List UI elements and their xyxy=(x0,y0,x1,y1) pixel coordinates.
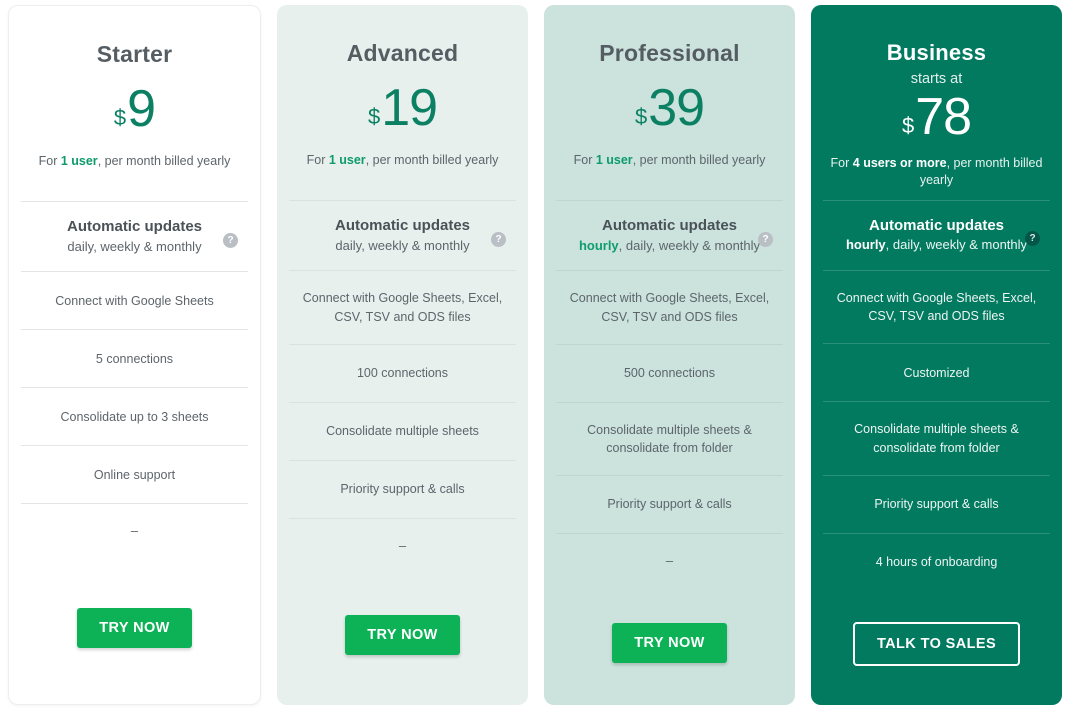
feature-subtitle-highlight: hourly xyxy=(845,237,886,253)
price-note-prefix: For xyxy=(306,153,329,168)
price-note-suffix: , per month billed yearly xyxy=(365,153,499,168)
feature-list: Automatic updates hourly, daily, weekly &… xyxy=(823,199,1050,591)
currency-symbol: $ xyxy=(901,112,915,138)
currency-symbol: $ xyxy=(367,104,381,130)
plan-card-professional: Professional $39 For 1 user, per month bil… xyxy=(544,5,795,705)
plan-header: Professional $39 For 1 user, per month bil… xyxy=(556,5,783,200)
plan-card-advanced: Advanced $19 For 1 user, per month billed … xyxy=(277,5,528,705)
feature-subtitle: hourly, daily, weekly & monthly xyxy=(827,237,1046,254)
feature-title: Automatic updates xyxy=(601,216,737,234)
plan-header: Advanced $19 For 1 user, per month billed … xyxy=(289,5,516,200)
feature-subtitle: hourly, daily, weekly & monthly xyxy=(560,238,779,255)
price-note-suffix: , per month billed yearly xyxy=(632,153,766,168)
price-note: For 1 user, per month billed yearly xyxy=(21,153,248,171)
feature-subtitle-text: daily, weekly & monthly xyxy=(335,237,470,253)
feature-item: 4 hours of onboarding xyxy=(823,532,1050,591)
price-note-highlight: 1 user xyxy=(328,153,366,168)
feature-automatic-updates: Automatic updates hourly, daily, weekly &… xyxy=(556,199,783,271)
feature-item: Connect with Google Sheets, Excel, CSV, … xyxy=(823,270,1050,343)
feature-list: Automatic updates hourly, daily, weekly &… xyxy=(556,199,783,589)
feature-item: Customized xyxy=(823,343,1050,401)
feature-subtitle-text: , daily, weekly & monthly xyxy=(618,237,761,253)
feature-title: Automatic updates xyxy=(868,216,1004,234)
price-row: $19 xyxy=(289,82,516,134)
plan-header: Business starts at $78 For 4 users or more,… xyxy=(823,5,1050,200)
feature-item: 500 connections xyxy=(556,343,783,402)
plan-name: Advanced xyxy=(346,40,459,66)
feature-title: Automatic updates xyxy=(66,217,202,235)
header-spacer xyxy=(823,190,1050,200)
try-now-button[interactable]: TRY NOW xyxy=(345,615,460,656)
feature-item: Priority support & calls xyxy=(823,474,1050,533)
feature-item: Consolidate up to 3 sheets xyxy=(21,387,248,445)
help-icon[interactable]: ? xyxy=(223,232,238,248)
cta-zone: TRY NOW xyxy=(21,559,248,704)
feature-automatic-updates: Automatic updates daily, weekly & monthly… xyxy=(21,200,248,272)
help-icon[interactable]: ? xyxy=(758,231,773,247)
price-amount: 39 xyxy=(648,79,705,138)
header-spacer xyxy=(556,170,783,200)
feature-automatic-updates: Automatic updates daily, weekly & monthly… xyxy=(289,199,516,271)
currency-symbol: $ xyxy=(634,104,648,130)
feature-item: Connect with Google Sheets, Excel, CSV, … xyxy=(289,270,516,343)
header-spacer xyxy=(289,170,516,200)
starts-at-label: starts at xyxy=(910,71,963,88)
feature-empty: – xyxy=(289,517,516,574)
price-amount: 78 xyxy=(915,87,972,146)
talk-to-sales-button[interactable]: TALK TO SALES xyxy=(852,621,1021,666)
price-note: For 1 user, per month billed yearly xyxy=(289,152,516,170)
try-now-button[interactable]: TRY NOW xyxy=(612,622,727,663)
price-note-prefix: For xyxy=(830,155,853,170)
feature-item: Priority support & calls xyxy=(556,474,783,533)
price-amount: 9 xyxy=(127,80,156,139)
feature-title: Automatic updates xyxy=(334,216,470,234)
feature-item: Consolidate multiple sheets & consolidat… xyxy=(823,401,1050,474)
feature-item: Connect with Google Sheets, Excel, CSV, … xyxy=(556,270,783,343)
price-note: For 1 user, per month billed yearly xyxy=(556,152,783,170)
feature-item: Connect with Google Sheets xyxy=(21,271,248,329)
plan-header: Starter $9 For 1 user, per month billed ye… xyxy=(21,6,248,201)
feature-list: Automatic updates daily, weekly & monthly… xyxy=(21,200,248,559)
feature-subtitle: daily, weekly & monthly xyxy=(25,239,244,256)
feature-subtitle-text: , daily, weekly & monthly xyxy=(885,237,1028,253)
price-note-highlight: 1 user xyxy=(60,154,98,169)
price-row: $78 xyxy=(823,91,1050,143)
feature-item: Priority support & calls xyxy=(289,459,516,518)
plan-card-starter: Starter $9 For 1 user, per month billed ye… xyxy=(8,5,261,705)
price-note-suffix: , per month billed yearly xyxy=(97,154,231,169)
pricing-plans-grid: Starter $9 For 1 user, per month billed ye… xyxy=(0,0,1070,711)
cta-zone: TALK TO SALES xyxy=(823,591,1050,705)
plan-name: Professional xyxy=(599,40,740,66)
feature-list: Automatic updates daily, weekly & monthly… xyxy=(289,199,516,574)
help-icon[interactable]: ? xyxy=(491,231,506,247)
feature-subtitle-text: daily, weekly & monthly xyxy=(67,238,202,254)
feature-empty: – xyxy=(21,503,248,559)
plan-name: Business xyxy=(886,40,987,65)
price-note-highlight: 4 users or more xyxy=(852,155,947,170)
feature-item: Consolidate multiple sheets xyxy=(289,401,516,460)
try-now-button[interactable]: TRY NOW xyxy=(77,607,192,648)
price-note-highlight: 1 user xyxy=(595,153,633,168)
price-row: $39 xyxy=(556,82,783,134)
price-amount: 19 xyxy=(381,79,438,138)
feature-item: Consolidate multiple sheets & consolidat… xyxy=(556,401,783,475)
help-icon[interactable]: ? xyxy=(1025,231,1040,247)
feature-item: 100 connections xyxy=(289,343,516,402)
feature-empty: – xyxy=(556,532,783,589)
plan-card-business: Business starts at $78 For 4 users or more,… xyxy=(811,5,1062,705)
header-spacer xyxy=(21,171,248,201)
currency-symbol: $ xyxy=(113,105,127,131)
price-note-prefix: For xyxy=(573,153,596,168)
price-note: For 4 users or more, per month billed ye… xyxy=(823,155,1050,190)
price-note-prefix: For xyxy=(38,154,61,169)
plan-name: Starter xyxy=(96,41,173,67)
feature-subtitle-highlight: hourly xyxy=(578,237,619,253)
cta-zone: TRY NOW xyxy=(556,589,783,705)
feature-item: Online support xyxy=(21,445,248,503)
feature-automatic-updates: Automatic updates hourly, daily, weekly &… xyxy=(823,199,1050,271)
feature-item: 5 connections xyxy=(21,329,248,387)
cta-zone: TRY NOW xyxy=(289,574,516,705)
price-row: $9 xyxy=(21,83,248,135)
feature-subtitle: daily, weekly & monthly xyxy=(293,238,512,255)
